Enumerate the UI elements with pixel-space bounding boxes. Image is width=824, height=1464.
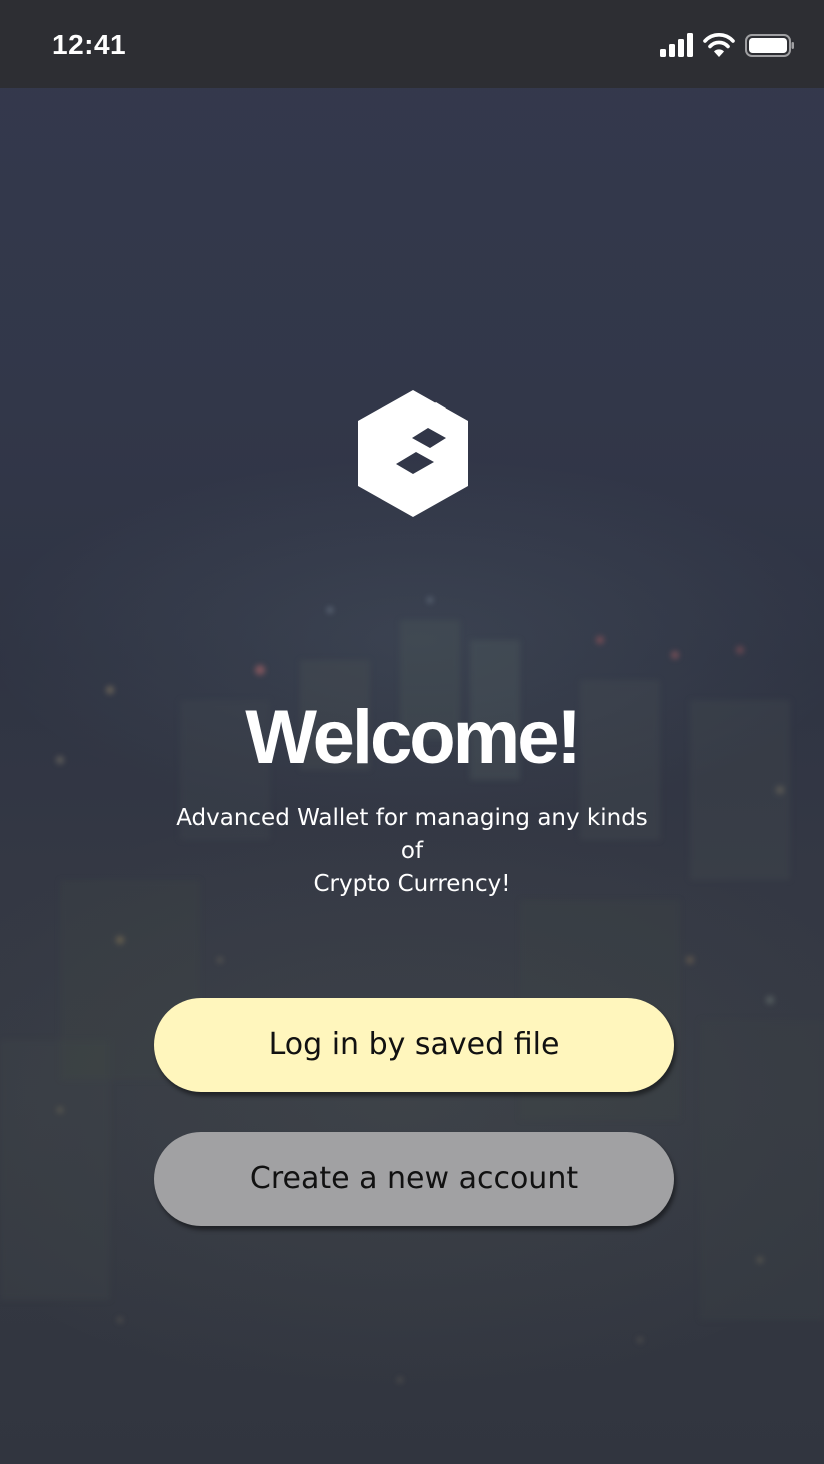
status-time: 12:41 bbox=[52, 29, 127, 60]
cellular-signal-icon bbox=[660, 33, 693, 57]
battery-icon bbox=[745, 34, 794, 57]
welcome-title: Welcome! bbox=[245, 695, 582, 780]
welcome-subtitle-line-1: Advanced Wallet for managing any kinds o… bbox=[176, 805, 648, 864]
wallet-logo-icon bbox=[350, 386, 476, 522]
welcome-subtitle: Advanced Wallet for managing any kinds o… bbox=[162, 802, 662, 901]
status-icons bbox=[660, 32, 794, 60]
welcome-subtitle-line-2: Crypto Currency! bbox=[313, 871, 511, 897]
status-bar: 12:41 bbox=[0, 0, 824, 88]
create-new-account-button[interactable]: Create a new account bbox=[154, 1132, 674, 1226]
welcome-screen: 12:41 Welcome! Advanced Wallet for manag… bbox=[0, 0, 824, 1464]
wifi-icon bbox=[703, 33, 735, 57]
login-by-saved-file-button[interactable]: Log in by saved file bbox=[154, 998, 674, 1092]
